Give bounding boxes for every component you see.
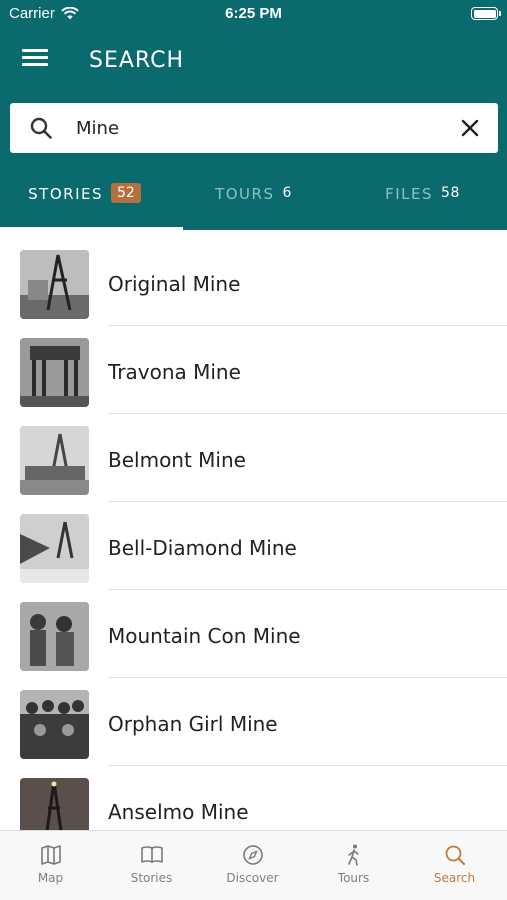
story-thumbnail — [20, 602, 89, 671]
bottom-tab-bar: Map Stories Discover Tours Search — [0, 830, 507, 900]
tabbar-label: Tours — [337, 871, 370, 885]
story-thumbnail — [20, 250, 89, 319]
header-area: Carrier 6:25 PM SEARCH STORIES 52 — [0, 0, 507, 230]
search-icon — [30, 117, 52, 139]
tabbar-discover[interactable]: Discover — [202, 843, 303, 885]
story-thumbnail — [20, 514, 89, 583]
tab-label: TOURS — [215, 185, 275, 203]
tab-stories[interactable]: STORIES 52 — [0, 172, 183, 230]
walking-person-icon — [347, 844, 359, 866]
tab-count-badge: 52 — [111, 183, 141, 203]
story-title: Belmont Mine — [108, 448, 246, 472]
tabbar-label: Map — [37, 871, 64, 885]
clear-search-button[interactable] — [460, 118, 480, 138]
tabbar-tours[interactable]: Tours — [303, 843, 404, 885]
result-tabs: STORIES 52 TOURS 6 FILES 58 — [0, 172, 507, 230]
search-bar — [10, 103, 498, 153]
story-title: Bell-Diamond Mine — [108, 536, 297, 560]
tabbar-label: Discover — [226, 871, 279, 885]
tab-label: FILES — [385, 185, 434, 203]
tabbar-label: Search — [433, 871, 476, 885]
story-title: Mountain Con Mine — [108, 624, 301, 648]
status-bar: Carrier 6:25 PM — [0, 0, 507, 28]
tabbar-map[interactable]: Map — [0, 843, 101, 885]
list-item[interactable]: Belmont Mine — [0, 414, 507, 502]
story-title: Anselmo Mine — [108, 800, 249, 824]
search-icon — [445, 845, 465, 865]
story-thumbnail — [20, 338, 89, 407]
story-thumbnail — [20, 426, 89, 495]
hamburger-menu-button[interactable] — [22, 49, 48, 71]
story-thumbnail — [20, 778, 89, 830]
search-input[interactable] — [76, 111, 446, 145]
story-thumbnail — [20, 690, 89, 759]
list-item[interactable]: Orphan Girl Mine — [0, 678, 507, 766]
tab-tours[interactable]: TOURS 6 — [169, 172, 338, 230]
list-item[interactable]: Mountain Con Mine — [0, 590, 507, 678]
tab-label: STORIES — [28, 185, 103, 203]
compass-icon — [242, 845, 263, 865]
page-title: SEARCH — [89, 48, 185, 73]
battery-icon — [471, 7, 501, 20]
tab-files[interactable]: FILES 58 — [338, 172, 507, 230]
status-time: 6:25 PM — [225, 5, 282, 22]
book-icon — [140, 846, 163, 863]
tabbar-search[interactable]: Search — [404, 843, 505, 885]
tab-count: 6 — [282, 185, 292, 201]
list-item[interactable]: Bell-Diamond Mine — [0, 502, 507, 590]
story-title: Original Mine — [108, 272, 241, 296]
results-list: Original Mine Travona Mine Belmont Mine … — [0, 238, 507, 830]
list-item[interactable]: Travona Mine — [0, 326, 507, 414]
tab-count: 58 — [441, 185, 460, 201]
navigation-bar: SEARCH — [0, 36, 507, 86]
list-item[interactable]: Anselmo Mine — [0, 766, 507, 830]
tabbar-label: Stories — [130, 871, 173, 885]
story-title: Orphan Girl Mine — [108, 712, 278, 736]
list-item[interactable]: Original Mine — [0, 238, 507, 326]
map-icon — [40, 845, 61, 865]
story-title: Travona Mine — [108, 360, 241, 384]
tabbar-stories[interactable]: Stories — [101, 843, 202, 885]
